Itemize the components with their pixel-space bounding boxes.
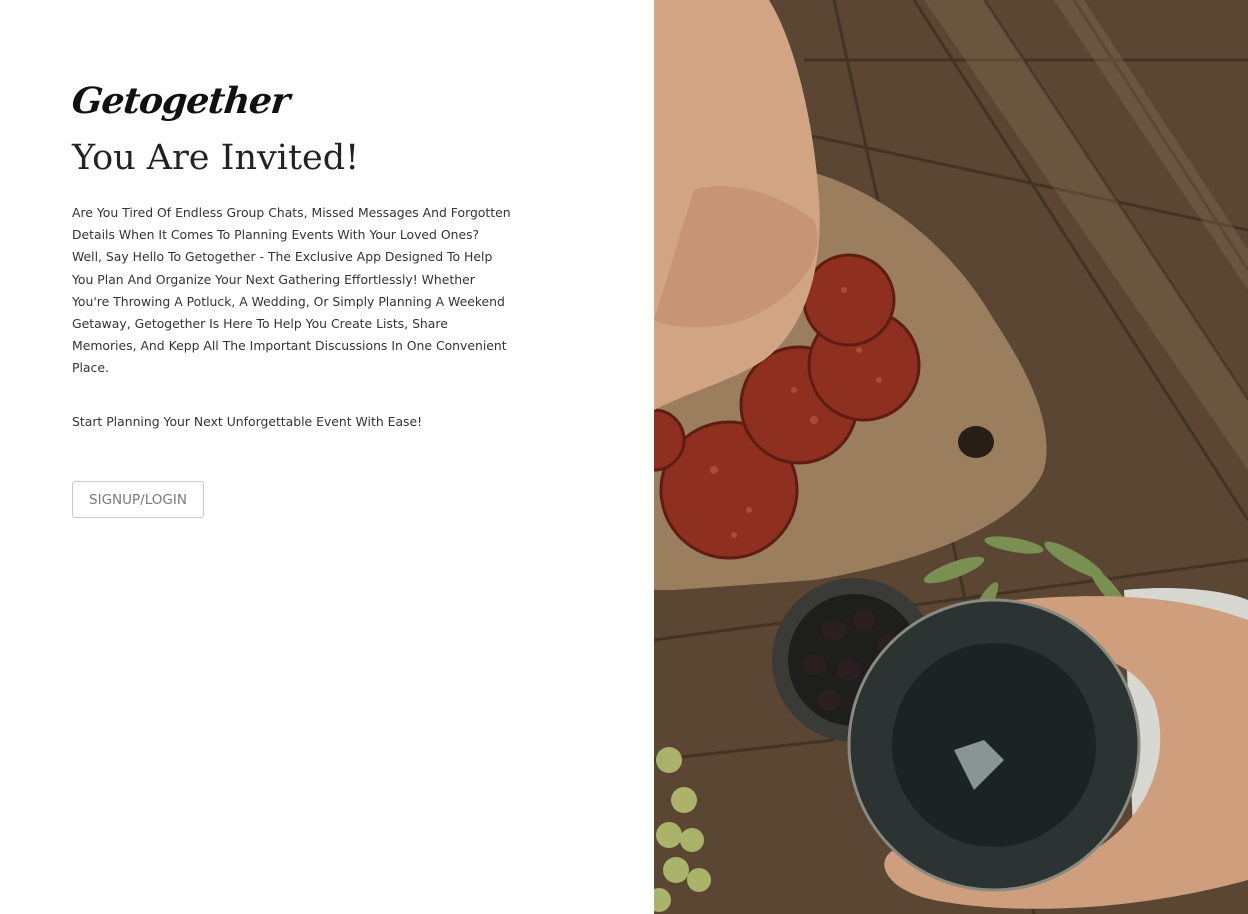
tagline: Start Planning Your Next Unforgettable E… bbox=[72, 414, 423, 429]
board-handle-hole bbox=[958, 426, 994, 458]
brand-logo: Getogether bbox=[69, 80, 292, 122]
red-wine bbox=[892, 643, 1096, 847]
hero-photo bbox=[654, 0, 1248, 914]
signup-login-button[interactable]: SIGNUP/LOGIN bbox=[72, 481, 204, 518]
intro-description: Are You Tired Of Endless Group Chats, Mi… bbox=[72, 205, 511, 376]
page-title: You Are Invited! bbox=[72, 138, 360, 178]
hero-photo-illustration bbox=[654, 0, 1248, 914]
intro-panel: Getogether You Are Invited! Are You Tire… bbox=[0, 0, 654, 914]
